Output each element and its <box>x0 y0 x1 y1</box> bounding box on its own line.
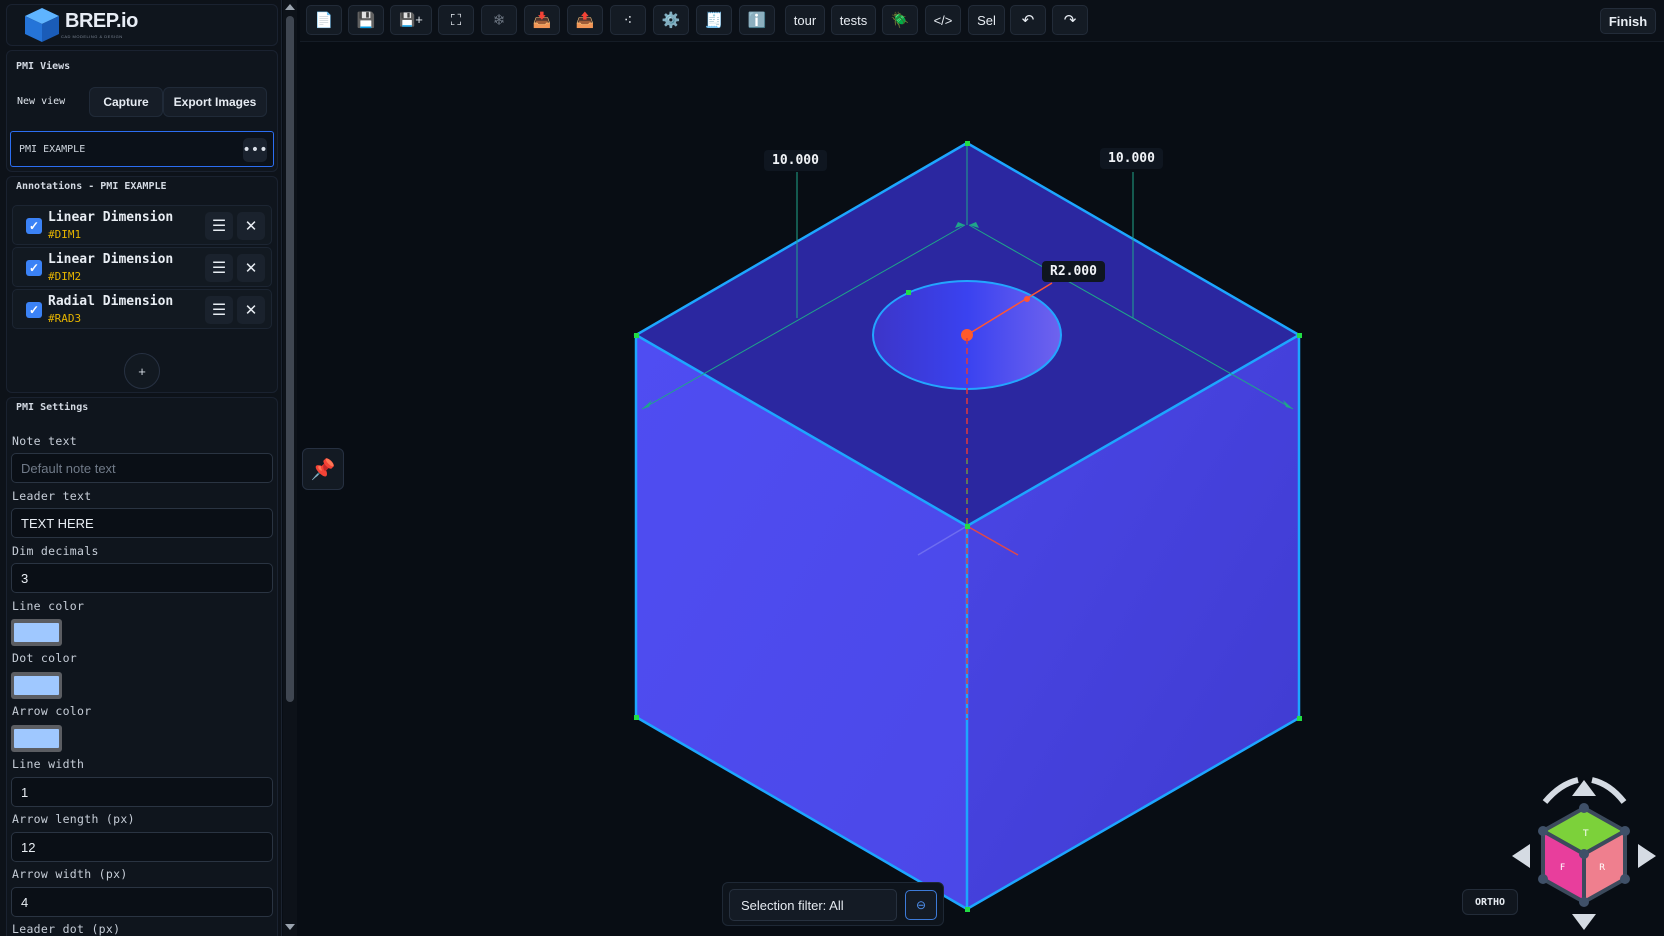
dimension-label-rad3[interactable]: R2.000 <box>1042 261 1105 282</box>
view-cube-front-label: F <box>1560 863 1565 873</box>
dimension-label-dim2[interactable]: 10.000 <box>1100 148 1163 169</box>
dimension-label-dim1[interactable]: 10.000 <box>764 150 827 171</box>
orbit-left-arrow-icon <box>1512 844 1530 868</box>
rotate-right-arrow-icon <box>1591 777 1627 804</box>
ortho-toggle-button[interactable]: ORTHO <box>1462 889 1518 915</box>
radius-leader-dot <box>1024 296 1030 302</box>
orbit-down-arrow-icon <box>1572 914 1596 930</box>
view-cube-right-label: R <box>1599 863 1605 873</box>
view-cube-widget[interactable]: T F R <box>1512 777 1656 930</box>
selection-filter-select[interactable]: Selection filter: All <box>729 889 897 921</box>
pin-icon[interactable]: 📌 <box>302 448 344 490</box>
model-viewport[interactable]: T F R <box>0 0 1664 936</box>
selection-filter-toggle-icon[interactable]: ⊖ <box>905 890 937 920</box>
orbit-right-arrow-icon <box>1638 844 1656 868</box>
view-cube-top-label: T <box>1582 829 1589 839</box>
selection-filter-bar: Selection filter: All ⊖ <box>722 882 944 926</box>
rotate-left-arrow-icon <box>1542 777 1579 804</box>
